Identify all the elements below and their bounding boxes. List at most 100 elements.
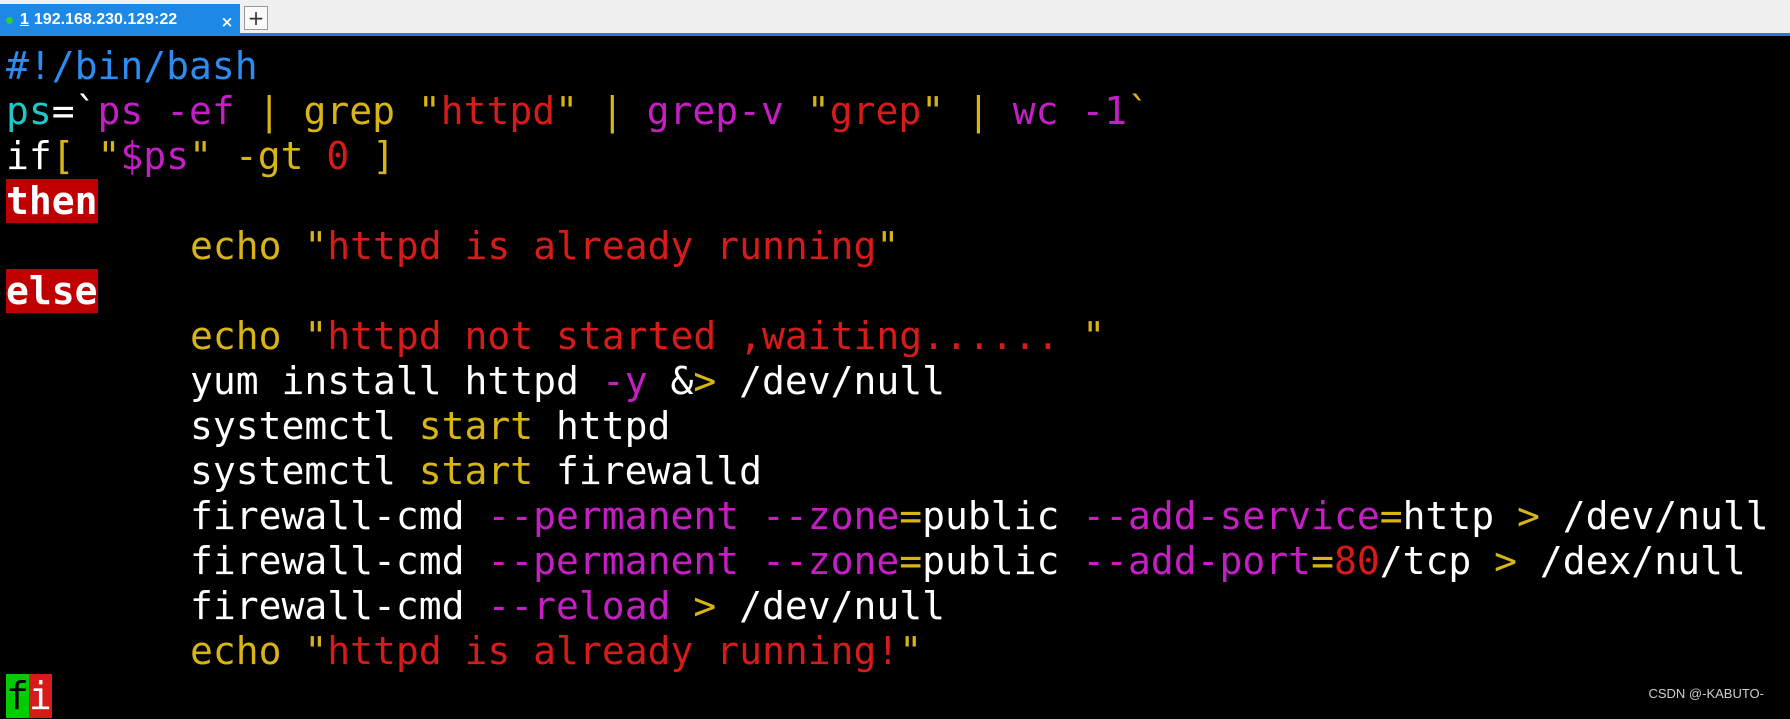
code-line: then	[6, 179, 1790, 224]
code-line: echo "httpd is already running!"	[6, 629, 1790, 674]
redirect-token: >	[1494, 539, 1517, 583]
code-line: echo "httpd not started ,waiting...... "	[6, 314, 1790, 359]
value-token: public	[922, 494, 1082, 538]
keyword-else: else	[6, 269, 98, 313]
subcommand-token: start	[419, 449, 533, 493]
pipe-token: |	[944, 89, 1013, 133]
subcommand-token: start	[419, 404, 533, 448]
option-token: --permanent --zone	[487, 494, 899, 538]
code-line: systemctl start firewalld	[6, 449, 1790, 494]
code-line: firewall-cmd --permanent --zone=public -…	[6, 539, 1790, 584]
command-token: firewall-cmd	[190, 584, 487, 628]
command-token: grep-v	[647, 89, 784, 133]
command-echo: echo	[190, 224, 282, 268]
backtick-token: `	[1127, 89, 1150, 133]
command-token: yum install httpd	[190, 359, 602, 403]
command-token: ps -ef	[98, 89, 235, 133]
tab-bar: 1 192.168.230.129:22 × +	[0, 0, 1790, 36]
string-token: httpd	[441, 89, 555, 133]
keyword-then: then	[6, 179, 98, 223]
tab-number: 1	[20, 11, 29, 29]
path-token: /dev/null	[716, 359, 945, 403]
bracket-token: ]	[349, 134, 395, 178]
bracket-token: [	[52, 134, 98, 178]
terminal-area[interactable]: #!/bin/bash ps=`ps -ef | grep "httpd" | …	[6, 44, 1790, 715]
equals-token: =	[899, 494, 922, 538]
option-token: --reload	[487, 584, 670, 628]
command-echo: echo	[190, 314, 282, 358]
quote-token: "	[282, 629, 328, 673]
quote-token: "	[1082, 314, 1105, 358]
quote-token: "	[784, 89, 830, 133]
cursor-char: f	[6, 674, 29, 718]
equals-token: =	[1311, 539, 1334, 583]
code-line: systemctl start httpd	[6, 404, 1790, 449]
number-token: 0	[326, 134, 349, 178]
redirect-token: >	[1517, 494, 1540, 538]
connected-status-icon	[6, 17, 13, 24]
quote-token: "	[876, 224, 899, 268]
value-token: public	[922, 539, 1082, 583]
redirect-token: >	[693, 584, 716, 628]
string-token: httpd not started ,waiting......	[327, 314, 1082, 358]
keyword-if: if	[6, 134, 52, 178]
space-token	[670, 584, 693, 628]
code-line: ps=`ps -ef | grep "httpd" | grep-v "grep…	[6, 89, 1790, 134]
quote-token: "	[189, 134, 212, 178]
operator-token: -gt	[212, 134, 326, 178]
string-token: grep	[830, 89, 922, 133]
code-line: echo "httpd is already running"	[6, 224, 1790, 269]
shebang: #!/bin/bash	[6, 44, 258, 88]
quote-token: "	[282, 314, 328, 358]
code-line: if[ "$ps" -gt 0 ]	[6, 134, 1790, 179]
quote-token: "	[282, 224, 328, 268]
variable-name: ps	[6, 89, 52, 133]
code-line: firewall-cmd --permanent --zone=public -…	[6, 494, 1790, 539]
path-token: /dev/null	[1540, 494, 1769, 538]
close-tab-icon[interactable]: ×	[218, 13, 236, 31]
quote-token: "	[98, 134, 121, 178]
path-token: /dex/null	[1517, 539, 1746, 583]
command-echo: echo	[190, 629, 282, 673]
quote-token: "	[921, 89, 944, 133]
value-token: /tcp	[1380, 539, 1494, 583]
command-token: wc -1	[1013, 89, 1127, 133]
quote-token: "	[899, 629, 922, 673]
quote-token: "	[555, 89, 578, 133]
equals-token: =	[899, 539, 922, 583]
command-token: systemctl	[190, 404, 419, 448]
pipe-token: |	[578, 89, 647, 133]
variable-token: $ps	[120, 134, 189, 178]
equals-token: =	[1380, 494, 1403, 538]
string-token: httpd is already running!	[327, 629, 899, 673]
code-line: yum install httpd -y &> /dev/null	[6, 359, 1790, 404]
pipe-token: |	[235, 89, 304, 133]
number-token: 80	[1334, 539, 1380, 583]
code-line: firewall-cmd --reload > /dev/null	[6, 584, 1790, 629]
path-token: /dev/null	[716, 584, 945, 628]
quote-token: "	[395, 89, 441, 133]
option-token: --add-service	[1082, 494, 1379, 538]
command-token: firewall-cmd	[190, 494, 487, 538]
option-token: --permanent --zone	[487, 539, 899, 583]
value-token: http	[1403, 494, 1517, 538]
tab-label: 192.168.230.129:22	[34, 11, 240, 29]
code-line: fi	[6, 674, 1790, 719]
code-line: #!/bin/bash	[6, 44, 1790, 89]
option-token: --add-port	[1082, 539, 1311, 583]
command-token: systemctl	[190, 449, 419, 493]
redirect-token: >	[693, 359, 716, 403]
command-token: grep	[303, 89, 395, 133]
argument-token: httpd	[533, 404, 670, 448]
keyword-fi: i	[29, 674, 52, 718]
assign-token: =`	[52, 89, 98, 133]
watermark: CSDN @-KABUTO-	[1648, 686, 1764, 701]
argument-token: firewalld	[533, 449, 762, 493]
operator-token: &	[648, 359, 694, 403]
session-tab[interactable]: 1 192.168.230.129:22 ×	[0, 4, 240, 36]
new-tab-button[interactable]: +	[244, 6, 268, 30]
option-token: -y	[602, 359, 648, 403]
code-line: else	[6, 269, 1790, 314]
command-token: firewall-cmd	[190, 539, 487, 583]
string-token: httpd is already running	[327, 224, 876, 268]
